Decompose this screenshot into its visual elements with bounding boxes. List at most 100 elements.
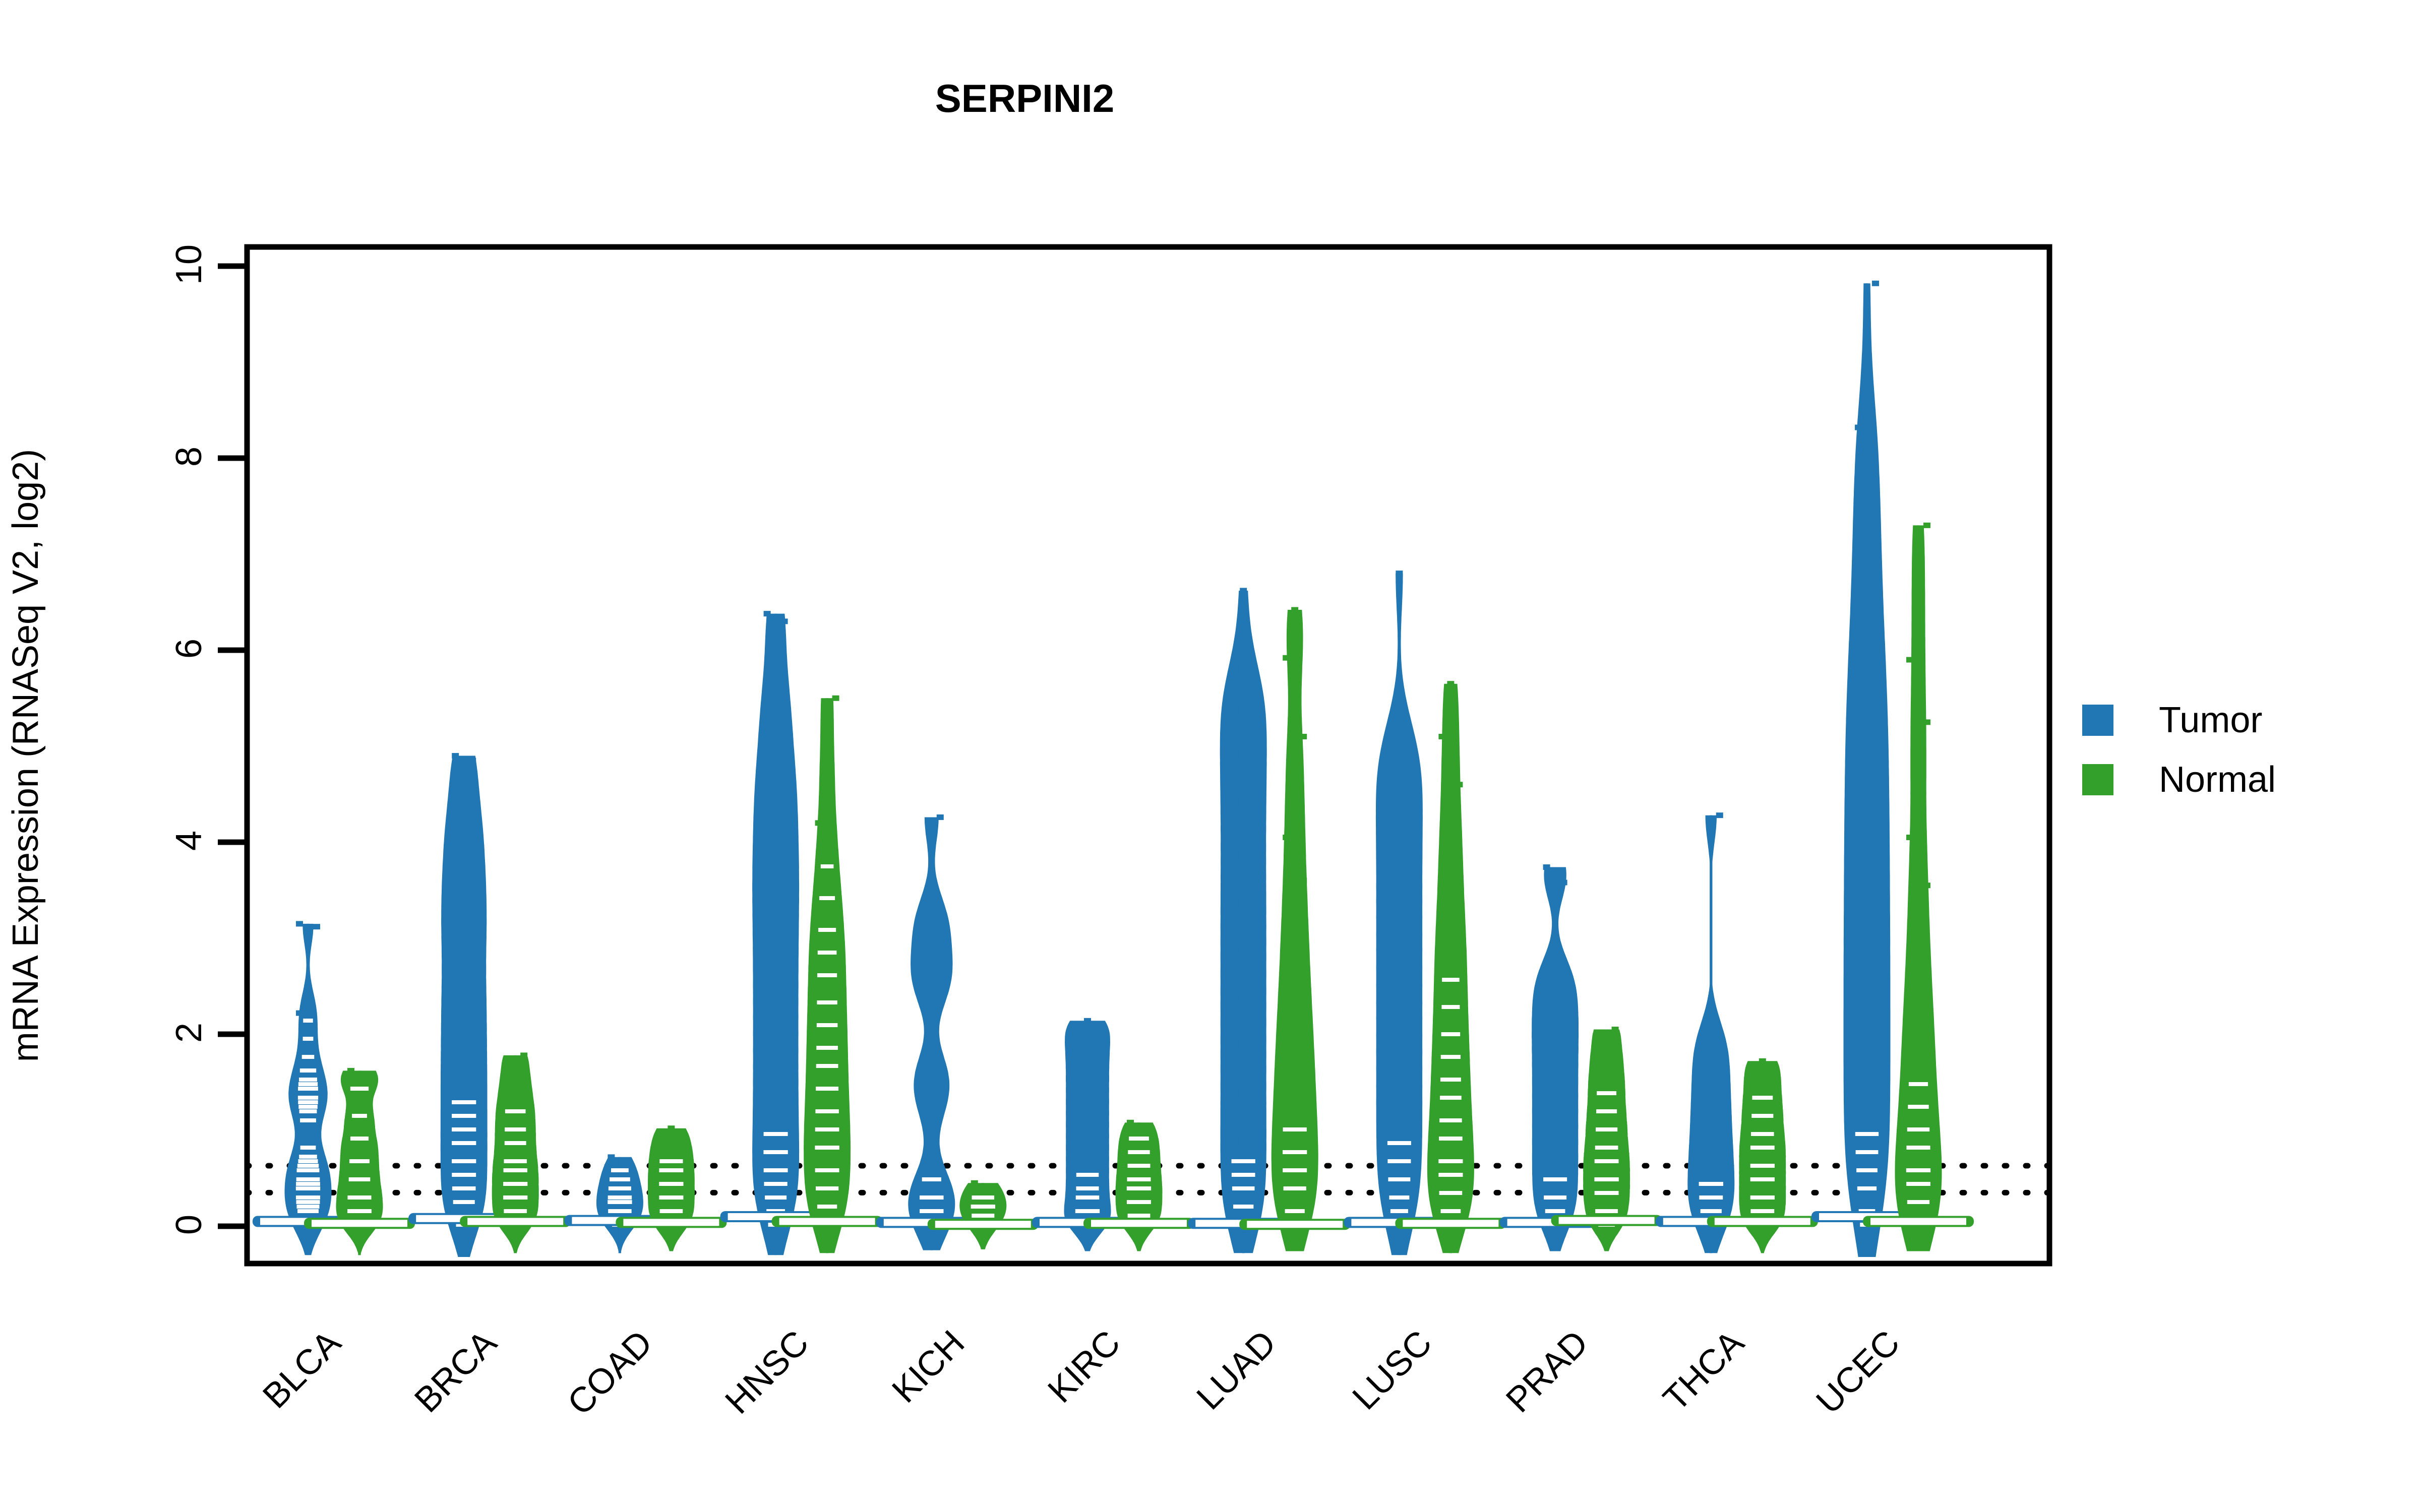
sample-point (1396, 906, 1403, 912)
sample-point (928, 974, 935, 980)
sample-point (1707, 1033, 1715, 1039)
sample-point (469, 877, 476, 884)
sample-point (936, 1067, 944, 1074)
point-separator (1750, 1209, 1775, 1213)
sample-point (1404, 1041, 1412, 1047)
y-tick-label: 8 (169, 446, 209, 467)
point-separator (1751, 1114, 1774, 1118)
sample-point (1863, 858, 1870, 864)
sample-point (1707, 1145, 1715, 1151)
point-separator (300, 1146, 316, 1150)
point-separator (765, 1195, 787, 1200)
sample-point (1240, 834, 1247, 840)
point-separator (295, 1186, 321, 1190)
point-separator (815, 1168, 839, 1172)
point-separator (815, 1186, 839, 1190)
point-separator (1700, 1209, 1722, 1213)
sample-point (1707, 1089, 1715, 1095)
sample-point (1923, 883, 1930, 889)
point-separator (1750, 1195, 1775, 1200)
sample-point (1855, 995, 1862, 1001)
median-line (1403, 1220, 1499, 1227)
sample-point (919, 924, 927, 930)
point-separator (1231, 1173, 1255, 1177)
point-separator (504, 1209, 527, 1213)
sample-point (452, 1041, 459, 1047)
point-separator (1439, 1191, 1463, 1195)
sample-point (1387, 974, 1395, 980)
sample-point (1543, 1116, 1550, 1122)
point-separator (1129, 1137, 1149, 1141)
point-separator (1439, 1118, 1462, 1122)
sample-point (936, 814, 944, 820)
sample-point (1716, 812, 1723, 818)
point-separator (452, 1127, 476, 1131)
sample-point (1863, 1033, 1870, 1039)
point-separator (298, 1078, 318, 1082)
point-separator (1594, 1191, 1619, 1195)
sample-point (469, 1010, 476, 1016)
point-separator (298, 1100, 318, 1104)
point-separator (659, 1159, 683, 1163)
sample-point (1084, 1046, 1091, 1052)
point-separator (1908, 1105, 1929, 1109)
median-line (1091, 1220, 1187, 1227)
sample-point (460, 983, 468, 989)
point-separator (1440, 1055, 1461, 1059)
sample-point (763, 770, 771, 776)
point-separator (1750, 1177, 1775, 1181)
point-separator (1908, 1082, 1928, 1086)
point-separator (608, 1195, 632, 1200)
sample-point (815, 820, 822, 826)
sample-point (305, 997, 312, 1003)
sample-point (1872, 719, 1879, 725)
sample-point (1240, 738, 1247, 744)
sample-point (1699, 1108, 1706, 1114)
point-separator (763, 1150, 788, 1154)
point-separator (296, 1168, 320, 1172)
sample-point (1551, 964, 1559, 970)
sample-point (1283, 655, 1290, 661)
point-separator (815, 1127, 839, 1131)
sample-point (1283, 950, 1290, 956)
point-separator (611, 1168, 629, 1172)
sample-point (763, 914, 771, 920)
sample-point (668, 1125, 675, 1131)
point-separator (452, 1159, 476, 1163)
sample-point (1906, 657, 1913, 663)
sample-point (1611, 1026, 1619, 1032)
point-separator (1906, 1168, 1931, 1172)
y-tick-label: 4 (169, 830, 209, 851)
point-separator (1597, 1091, 1617, 1095)
sample-point (1438, 733, 1446, 739)
sample-point (780, 981, 788, 987)
sample-point (1075, 1093, 1082, 1099)
sample-point (460, 1026, 468, 1032)
sample-point (763, 611, 771, 617)
sample-point (1855, 534, 1862, 540)
sample-point (469, 966, 476, 972)
sample-point (1863, 417, 1870, 423)
point-separator (1857, 1186, 1877, 1190)
sample-point (296, 921, 303, 927)
point-separator (301, 1055, 315, 1059)
sample-point (1231, 1091, 1239, 1097)
sample-point (1240, 588, 1247, 594)
sample-point (971, 1180, 978, 1186)
point-separator (659, 1182, 684, 1186)
sample-point (763, 1014, 771, 1020)
point-separator (1543, 1177, 1567, 1181)
sample-point (1396, 856, 1403, 862)
point-separator (452, 1100, 476, 1104)
sample-point (1231, 1139, 1239, 1145)
sample-point (520, 1052, 528, 1058)
sample-point (1300, 733, 1307, 739)
sample-point (1248, 868, 1256, 874)
sample-point (1906, 964, 1913, 970)
sample-point (608, 1154, 615, 1160)
sample-point (1248, 772, 1256, 778)
point-separator (816, 1046, 838, 1050)
sample-point (928, 1079, 935, 1085)
y-tick-label: 6 (169, 638, 209, 659)
point-separator (1390, 1209, 1408, 1213)
